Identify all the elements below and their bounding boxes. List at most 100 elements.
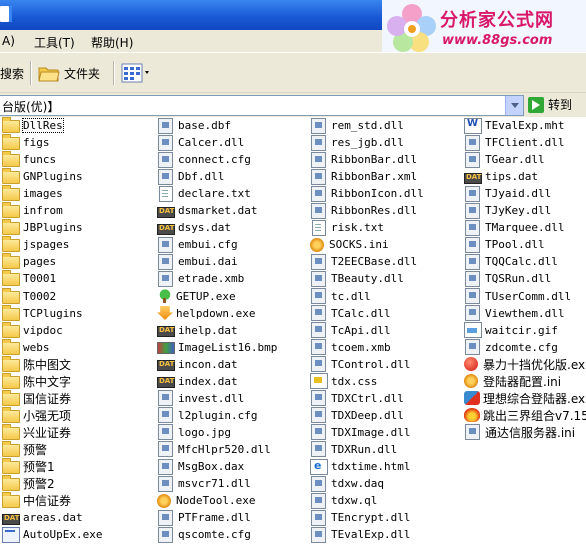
file-item[interactable]: invest.dll xyxy=(157,390,244,407)
file-item[interactable]: embui.cfg xyxy=(157,236,238,253)
file-item[interactable]: TDXDeep.dll xyxy=(310,407,404,424)
file-item[interactable]: tc.dll xyxy=(310,288,371,305)
folder-item[interactable]: 小强无项 xyxy=(2,406,71,424)
file-item[interactable]: TDXImage.dll xyxy=(310,424,410,441)
file-item[interactable]: 登陆器配置.ini xyxy=(464,373,561,390)
file-item[interactable]: TQSRun.dll xyxy=(464,270,551,287)
views-button[interactable] xyxy=(121,61,151,85)
file-item[interactable]: tdxw.daq xyxy=(310,475,384,492)
file-item[interactable]: index.dat xyxy=(157,373,238,390)
file-item[interactable]: base.dbf xyxy=(157,117,231,134)
file-item[interactable]: TFClient.dll xyxy=(464,134,564,151)
file-item[interactable]: etrade.xmb xyxy=(157,270,244,287)
file-item[interactable]: msvcr71.dll xyxy=(157,475,251,492)
file-item[interactable]: RibbonIcon.dll xyxy=(310,185,424,202)
folder-item[interactable]: funcs xyxy=(2,151,56,168)
file-item[interactable]: res_jgb.dll xyxy=(310,134,404,151)
file-item[interactable]: declare.txt xyxy=(157,185,251,202)
folder-item[interactable]: figs xyxy=(2,134,50,151)
file-item[interactable]: waitcir.gif xyxy=(464,322,558,339)
file-item[interactable]: TJyaid.dll xyxy=(464,185,551,202)
folder-item[interactable]: 陈中文字 xyxy=(2,372,71,390)
file-item[interactable]: dsys.dat xyxy=(157,219,231,236)
file-item[interactable]: TControl.dll xyxy=(310,356,410,373)
file-item[interactable]: RibbonRes.dll xyxy=(310,202,417,219)
file-item[interactable]: TBeauty.dll xyxy=(310,270,404,287)
file-item[interactable]: logo.jpg xyxy=(157,424,231,441)
file-item[interactable]: TCalc.dll xyxy=(310,305,391,322)
search-button[interactable]: 搜索 xyxy=(0,61,24,85)
file-item[interactable]: TEncrypt.dll xyxy=(310,509,410,526)
menu-help[interactable]: 帮助(H) xyxy=(91,34,133,51)
file-item[interactable]: tdxw.ql xyxy=(310,492,377,509)
file-item[interactable]: TMarquee.dll xyxy=(464,219,564,236)
file-item[interactable]: RibbonBar.dll xyxy=(310,151,417,168)
folder-item[interactable]: T0001 xyxy=(2,270,56,287)
file-item[interactable]: rem_std.dll xyxy=(310,117,404,134)
file-item[interactable]: risk.txt xyxy=(310,219,384,236)
folder-item[interactable]: infrom xyxy=(2,202,63,219)
file-item[interactable]: TJyKey.dll xyxy=(464,202,551,219)
file-item[interactable]: ImageList16.bmp xyxy=(157,339,277,356)
folder-item[interactable]: 国信证券 xyxy=(2,389,71,407)
folder-item[interactable]: JBPlugins xyxy=(2,219,83,236)
file-item[interactable]: TEvalExp.mht xyxy=(464,117,564,134)
file-item[interactable]: 暴力十挡优化版.ex xyxy=(464,356,585,373)
folder-item[interactable]: 预警1 xyxy=(2,458,55,475)
go-button[interactable]: 转到 xyxy=(528,96,572,113)
file-item[interactable]: TEvalExp.dll xyxy=(310,526,410,543)
file-item[interactable]: embui.dai xyxy=(157,253,238,270)
folder-item[interactable]: DllRes xyxy=(2,117,64,134)
folder-item[interactable]: 预警 xyxy=(2,440,47,458)
menu-tools[interactable]: 工具(T) xyxy=(34,34,75,51)
folder-item[interactable]: 预警2 xyxy=(2,475,55,492)
file-item[interactable]: PTFrame.dll xyxy=(157,509,251,526)
folder-item[interactable]: pages xyxy=(2,253,56,270)
file-item[interactable]: Viewthem.dll xyxy=(464,305,564,322)
file-item[interactable]: MsgBox.dax xyxy=(157,458,244,475)
file-item[interactable]: tdx.css xyxy=(310,373,377,390)
file-item[interactable]: TPool.dll xyxy=(464,236,545,253)
file-item[interactable]: TDXRun.dll xyxy=(310,441,397,458)
file-item[interactable]: 理想综合登陆器.ex xyxy=(464,390,585,407)
file-item[interactable]: 跳出三界组合v7.15 xyxy=(464,407,586,424)
file-item[interactable]: AutoUpEx.exe xyxy=(2,526,102,543)
folder-item[interactable]: 兴业证券 xyxy=(2,423,71,441)
file-item[interactable]: TDXCtrl.dll xyxy=(310,390,404,407)
folder-item[interactable]: 陈中图文 xyxy=(2,355,71,373)
folder-item[interactable]: TCPlugins xyxy=(2,304,83,322)
file-item[interactable]: l2plugin.cfg xyxy=(157,407,257,424)
file-item[interactable]: areas.dat xyxy=(2,509,83,526)
window-icon[interactable] xyxy=(0,6,12,22)
file-item[interactable]: NodeTool.exe xyxy=(157,492,255,509)
file-item[interactable]: Dbf.dll xyxy=(157,168,224,185)
folder-item[interactable]: GNPlugins xyxy=(2,168,83,185)
file-item[interactable]: incon.dat xyxy=(157,356,238,373)
folder-item[interactable]: vipdoc xyxy=(2,321,63,339)
file-item[interactable]: Calcer.dll xyxy=(157,134,244,151)
menu-view[interactable]: A) xyxy=(2,34,15,48)
file-item[interactable]: TUserComm.dll xyxy=(464,288,571,305)
folder-item[interactable]: 中信证券 xyxy=(2,492,71,509)
file-item[interactable]: tcoem.xmb xyxy=(310,339,391,356)
file-item[interactable]: zdcomte.cfg xyxy=(464,339,558,356)
file-item[interactable]: TGear.dll xyxy=(464,151,545,168)
file-item[interactable]: TQQCalc.dll xyxy=(464,253,558,270)
file-item[interactable]: connect.cfg xyxy=(157,151,251,168)
file-item[interactable]: TcApi.dll xyxy=(310,322,391,339)
address-dropdown-button[interactable] xyxy=(505,96,523,115)
file-item[interactable]: RibbonBar.xml xyxy=(310,168,417,185)
folders-button[interactable]: 文件夹 xyxy=(38,61,100,85)
file-item[interactable]: tdxtime.html xyxy=(310,458,410,475)
folder-item[interactable]: jspages xyxy=(2,236,69,253)
file-item[interactable]: ihelp.dat xyxy=(157,322,238,339)
file-item[interactable]: MfcHlpr520.dll xyxy=(157,441,271,458)
file-item[interactable]: 通达信服务器.ini xyxy=(464,424,575,441)
file-item[interactable]: helpdown.exe xyxy=(157,305,255,322)
folder-item[interactable]: T0002 xyxy=(2,287,56,305)
file-item[interactable]: dsmarket.dat xyxy=(157,202,257,219)
folder-item[interactable]: webs xyxy=(2,338,50,356)
file-item[interactable]: GETUP.exe xyxy=(157,288,236,305)
file-item[interactable]: qscomte.cfg xyxy=(157,526,251,543)
file-item[interactable]: SOCKS.ini xyxy=(310,236,389,253)
